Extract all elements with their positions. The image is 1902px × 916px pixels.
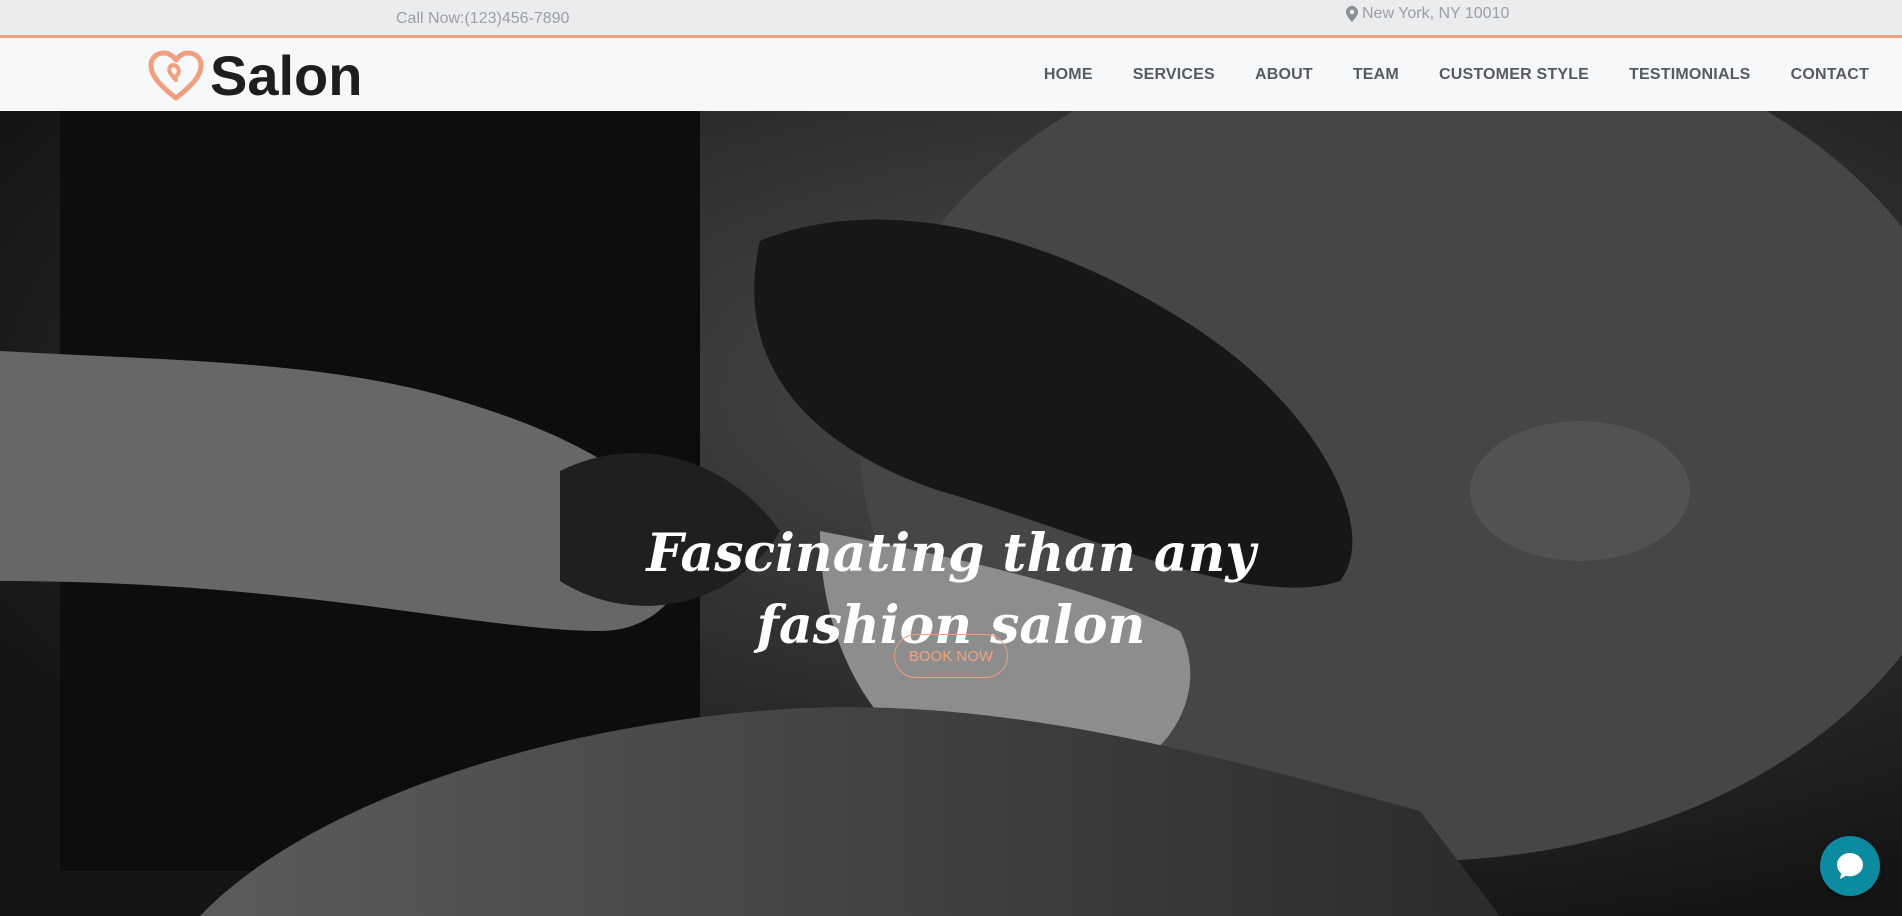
heart-icon [148, 50, 204, 101]
top-info-bar: Call Now:(123)456-7890 New York, NY 1001… [0, 0, 1902, 38]
nav-team[interactable]: TEAM [1353, 66, 1399, 84]
nav-home[interactable]: HOME [1044, 66, 1093, 84]
hero-background-image [0, 111, 1902, 916]
nav-testimonials[interactable]: TESTIMONIALS [1629, 66, 1751, 84]
chat-bubble-icon [1837, 853, 1863, 879]
nav-customer-style[interactable]: CUSTOMER STYLE [1439, 66, 1589, 84]
hero-section: Fascinating than any fashion salon BOOK … [0, 111, 1902, 916]
hero-title-line1: Fascinating than any [646, 522, 1256, 584]
map-pin-icon [1346, 6, 1358, 22]
main-menu: HOME SERVICES ABOUT TEAM CUSTOMER STYLE … [1044, 66, 1869, 84]
main-navbar: Salon HOME SERVICES ABOUT TEAM CUSTOMER … [0, 38, 1902, 111]
brand-name: Salon [210, 44, 363, 107]
location-text: New York, NY 10010 [1362, 5, 1510, 22]
chat-widget-button[interactable] [1820, 836, 1880, 896]
nav-services[interactable]: SERVICES [1133, 66, 1215, 84]
brand-logo[interactable]: Salon [148, 48, 362, 104]
phone-number: Call Now:(123)456-7890 [396, 10, 570, 27]
nav-about[interactable]: ABOUT [1255, 66, 1313, 84]
book-now-button[interactable]: BOOK NOW [894, 634, 1008, 678]
nav-contact[interactable]: CONTACT [1791, 66, 1869, 84]
location: New York, NY 10010 [1346, 5, 1509, 23]
